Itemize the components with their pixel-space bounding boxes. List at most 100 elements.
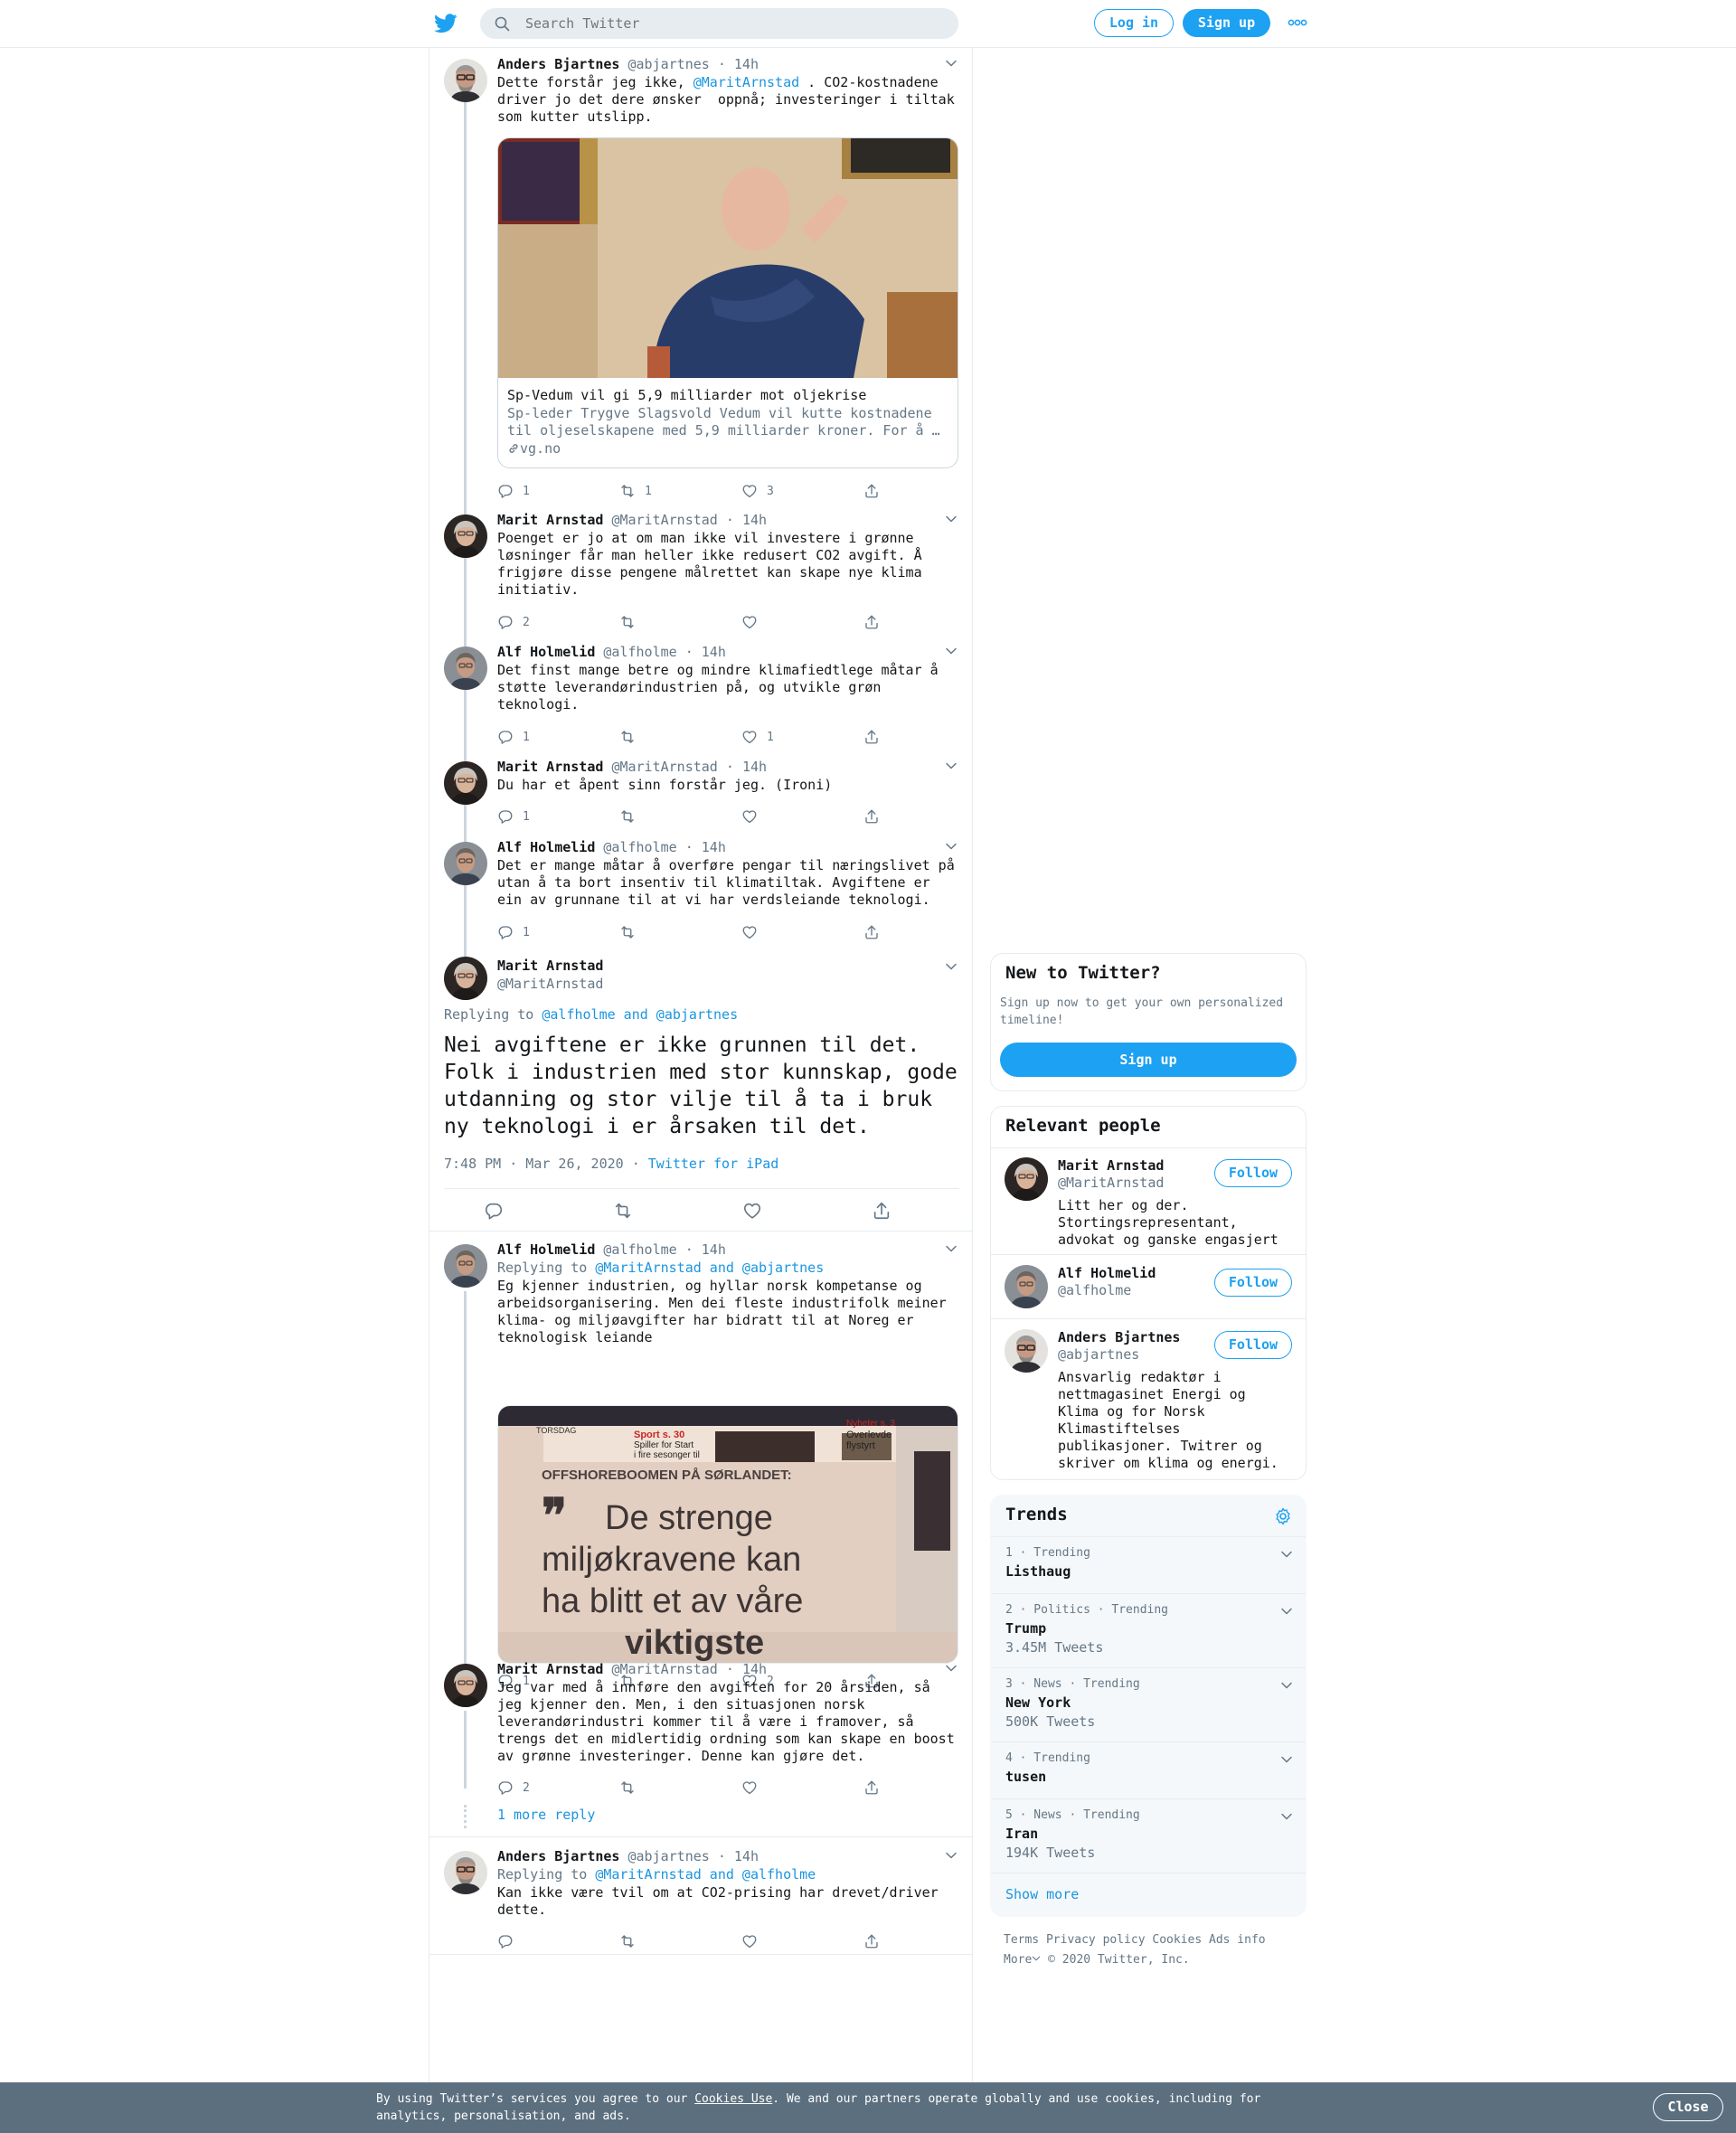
replying-mentions[interactable]: @MaritArnstad and @abjartnes bbox=[595, 1260, 824, 1276]
avatar[interactable] bbox=[444, 59, 487, 102]
trend-item[interactable]: 5 · News · Trending Iran 194K Tweets bbox=[991, 1799, 1306, 1873]
trend-name[interactable]: Trump bbox=[1005, 1620, 1046, 1637]
login-button[interactable]: Log in bbox=[1094, 9, 1174, 37]
person-name[interactable]: Alf Holmelid bbox=[1058, 1265, 1156, 1281]
reply-alf[interactable]: Alf Holmelid @alfholme · 14h Replying to… bbox=[429, 1241, 972, 1647]
chevron-down-icon[interactable] bbox=[945, 513, 958, 525]
reply-action[interactable]: 1 bbox=[497, 482, 530, 500]
replying-mentions[interactable]: @alfholme and @abjartnes bbox=[542, 1006, 738, 1023]
footer-more-link[interactable]: More bbox=[1004, 1953, 1041, 1967]
chevron-down-icon[interactable] bbox=[945, 1242, 958, 1255]
timestamp[interactable]: 14h bbox=[742, 512, 767, 528]
reply-action[interactable]: 2 bbox=[497, 613, 530, 631]
author-handle[interactable]: @alfholme bbox=[603, 644, 676, 660]
author-name[interactable]: Marit Arnstad bbox=[497, 759, 603, 775]
reply-action[interactable] bbox=[497, 1932, 523, 1950]
avatar[interactable] bbox=[444, 647, 487, 690]
chevron-down-icon[interactable] bbox=[945, 960, 958, 973]
show-more-replies-link[interactable]: 1 more reply bbox=[497, 1807, 595, 1823]
person-name[interactable]: Anders Bjartnes bbox=[1058, 1329, 1180, 1345]
chevron-down-icon[interactable] bbox=[1280, 1548, 1293, 1561]
person-handle[interactable]: @alfholme bbox=[1058, 1282, 1131, 1298]
like-action[interactable] bbox=[741, 613, 767, 631]
cookie-close-button[interactable]: Close bbox=[1653, 2093, 1723, 2121]
share-icon[interactable] bbox=[872, 1201, 892, 1221]
like-action[interactable]: 1 bbox=[741, 728, 774, 746]
author-handle[interactable]: @alfholme bbox=[603, 839, 676, 855]
mention-link[interactable]: @MaritArnstad bbox=[693, 74, 799, 90]
tweet-marit-2[interactable]: Marit Arnstad @MaritArnstad · 14h Du har… bbox=[429, 758, 972, 830]
author-name[interactable]: Marit Arnstad bbox=[497, 512, 603, 528]
replying-mentions[interactable]: @MaritArnstad and @alfholme bbox=[595, 1866, 816, 1883]
author-handle[interactable]: @MaritArnstad bbox=[611, 1661, 717, 1677]
tweet-datetime[interactable]: 7:48 PM · Mar 26, 2020 bbox=[444, 1156, 624, 1172]
author-name[interactable]: Alf Holmelid bbox=[497, 1241, 595, 1258]
chevron-down-icon[interactable] bbox=[945, 645, 958, 657]
share-action[interactable] bbox=[863, 807, 889, 826]
reply-action[interactable]: 1 bbox=[497, 923, 530, 941]
chevron-down-icon[interactable] bbox=[1280, 1679, 1293, 1692]
trend-name[interactable]: Iran bbox=[1005, 1826, 1038, 1842]
twitter-logo-icon[interactable] bbox=[434, 13, 458, 34]
reply-action[interactable]: 1 bbox=[497, 807, 530, 826]
retweet-action[interactable] bbox=[619, 1932, 645, 1950]
avatar[interactable] bbox=[1005, 1265, 1048, 1308]
heart-icon[interactable] bbox=[742, 1201, 762, 1221]
author-name[interactable]: Alf Holmelid bbox=[497, 644, 595, 660]
tweet-alf-1[interactable]: Alf Holmelid @alfholme · 14h Det finst m… bbox=[429, 643, 972, 751]
timestamp[interactable]: 14h bbox=[734, 56, 759, 72]
author-handle[interactable]: @alfholme bbox=[603, 1241, 676, 1258]
author-handle[interactable]: @MaritArnstad bbox=[611, 512, 717, 528]
person-name[interactable]: Marit Arnstad bbox=[1058, 1157, 1164, 1174]
chevron-down-icon[interactable] bbox=[1280, 1810, 1293, 1823]
trend-name[interactable]: New York bbox=[1005, 1694, 1071, 1711]
chevron-down-icon[interactable] bbox=[945, 760, 958, 772]
share-action[interactable] bbox=[863, 728, 889, 746]
timestamp[interactable]: 14h bbox=[742, 759, 767, 775]
trend-item[interactable]: 3 · News · Trending New York 500K Tweets bbox=[991, 1668, 1306, 1742]
cookies-use-link[interactable]: Cookies Use bbox=[694, 2092, 772, 2106]
tweet-alf-2[interactable]: Alf Holmelid @alfholme · 14h Det er mang… bbox=[429, 838, 972, 947]
search-input[interactable] bbox=[525, 8, 941, 39]
trend-name[interactable]: Listhaug bbox=[1005, 1563, 1071, 1580]
author-handle[interactable]: @abjartnes bbox=[628, 1848, 710, 1864]
search-bar[interactable] bbox=[480, 8, 958, 39]
chevron-down-icon[interactable] bbox=[945, 57, 958, 70]
signup-button[interactable]: Sign up bbox=[1183, 9, 1270, 37]
author-name[interactable]: Anders Bjartnes bbox=[497, 1848, 619, 1864]
trend-item[interactable]: 2 · Politics · Trending Trump 3.45M Twee… bbox=[991, 1594, 1306, 1668]
like-action[interactable] bbox=[741, 1779, 767, 1797]
reply-marit[interactable]: Marit Arnstad @MaritArnstad · 14h Jeg va… bbox=[429, 1660, 972, 1796]
timestamp[interactable]: 14h bbox=[702, 839, 726, 855]
avatar[interactable] bbox=[444, 957, 487, 1000]
person-row[interactable]: Marit Arnstad @MaritArnstad Litt her og … bbox=[991, 1148, 1306, 1255]
follow-button[interactable]: Follow bbox=[1214, 1159, 1292, 1187]
author-name[interactable]: Marit Arnstad bbox=[497, 957, 603, 975]
avatar[interactable] bbox=[444, 1664, 487, 1707]
timestamp[interactable]: 14h bbox=[702, 1241, 726, 1258]
more-options-icon[interactable] bbox=[1288, 17, 1307, 28]
avatar[interactable] bbox=[444, 514, 487, 558]
trend-name[interactable]: tusen bbox=[1005, 1769, 1046, 1785]
footer-cookies-link[interactable]: Cookies bbox=[1152, 1933, 1202, 1947]
author-name[interactable]: Alf Holmelid bbox=[497, 839, 595, 855]
footer-privacy-link[interactable]: Privacy policy bbox=[1046, 1933, 1146, 1947]
author-handle[interactable]: @abjartnes bbox=[628, 56, 710, 72]
retweet-action[interactable] bbox=[619, 923, 645, 941]
person-row[interactable]: Alf Holmelid @alfholme Follow bbox=[991, 1256, 1306, 1319]
avatar[interactable] bbox=[444, 842, 487, 885]
share-action[interactable] bbox=[863, 1779, 889, 1797]
follow-button[interactable]: Follow bbox=[1214, 1269, 1292, 1297]
avatar[interactable] bbox=[1005, 1157, 1048, 1201]
retweet-action[interactable] bbox=[619, 613, 645, 631]
reply-action[interactable]: 2 bbox=[497, 1779, 530, 1797]
author-name[interactable]: Anders Bjartnes bbox=[497, 56, 619, 72]
person-handle[interactable]: @MaritArnstad bbox=[1058, 1175, 1164, 1191]
settings-gear-icon[interactable] bbox=[1274, 1507, 1292, 1525]
reply-action[interactable]: 1 bbox=[497, 728, 530, 746]
chevron-down-icon[interactable] bbox=[1280, 1605, 1293, 1618]
author-handle[interactable]: @MaritArnstad bbox=[611, 759, 717, 775]
trend-item[interactable]: 1 · Trending Listhaug bbox=[991, 1537, 1306, 1594]
person-handle[interactable]: @abjartnes bbox=[1058, 1346, 1139, 1363]
chevron-down-icon[interactable] bbox=[945, 1849, 958, 1862]
